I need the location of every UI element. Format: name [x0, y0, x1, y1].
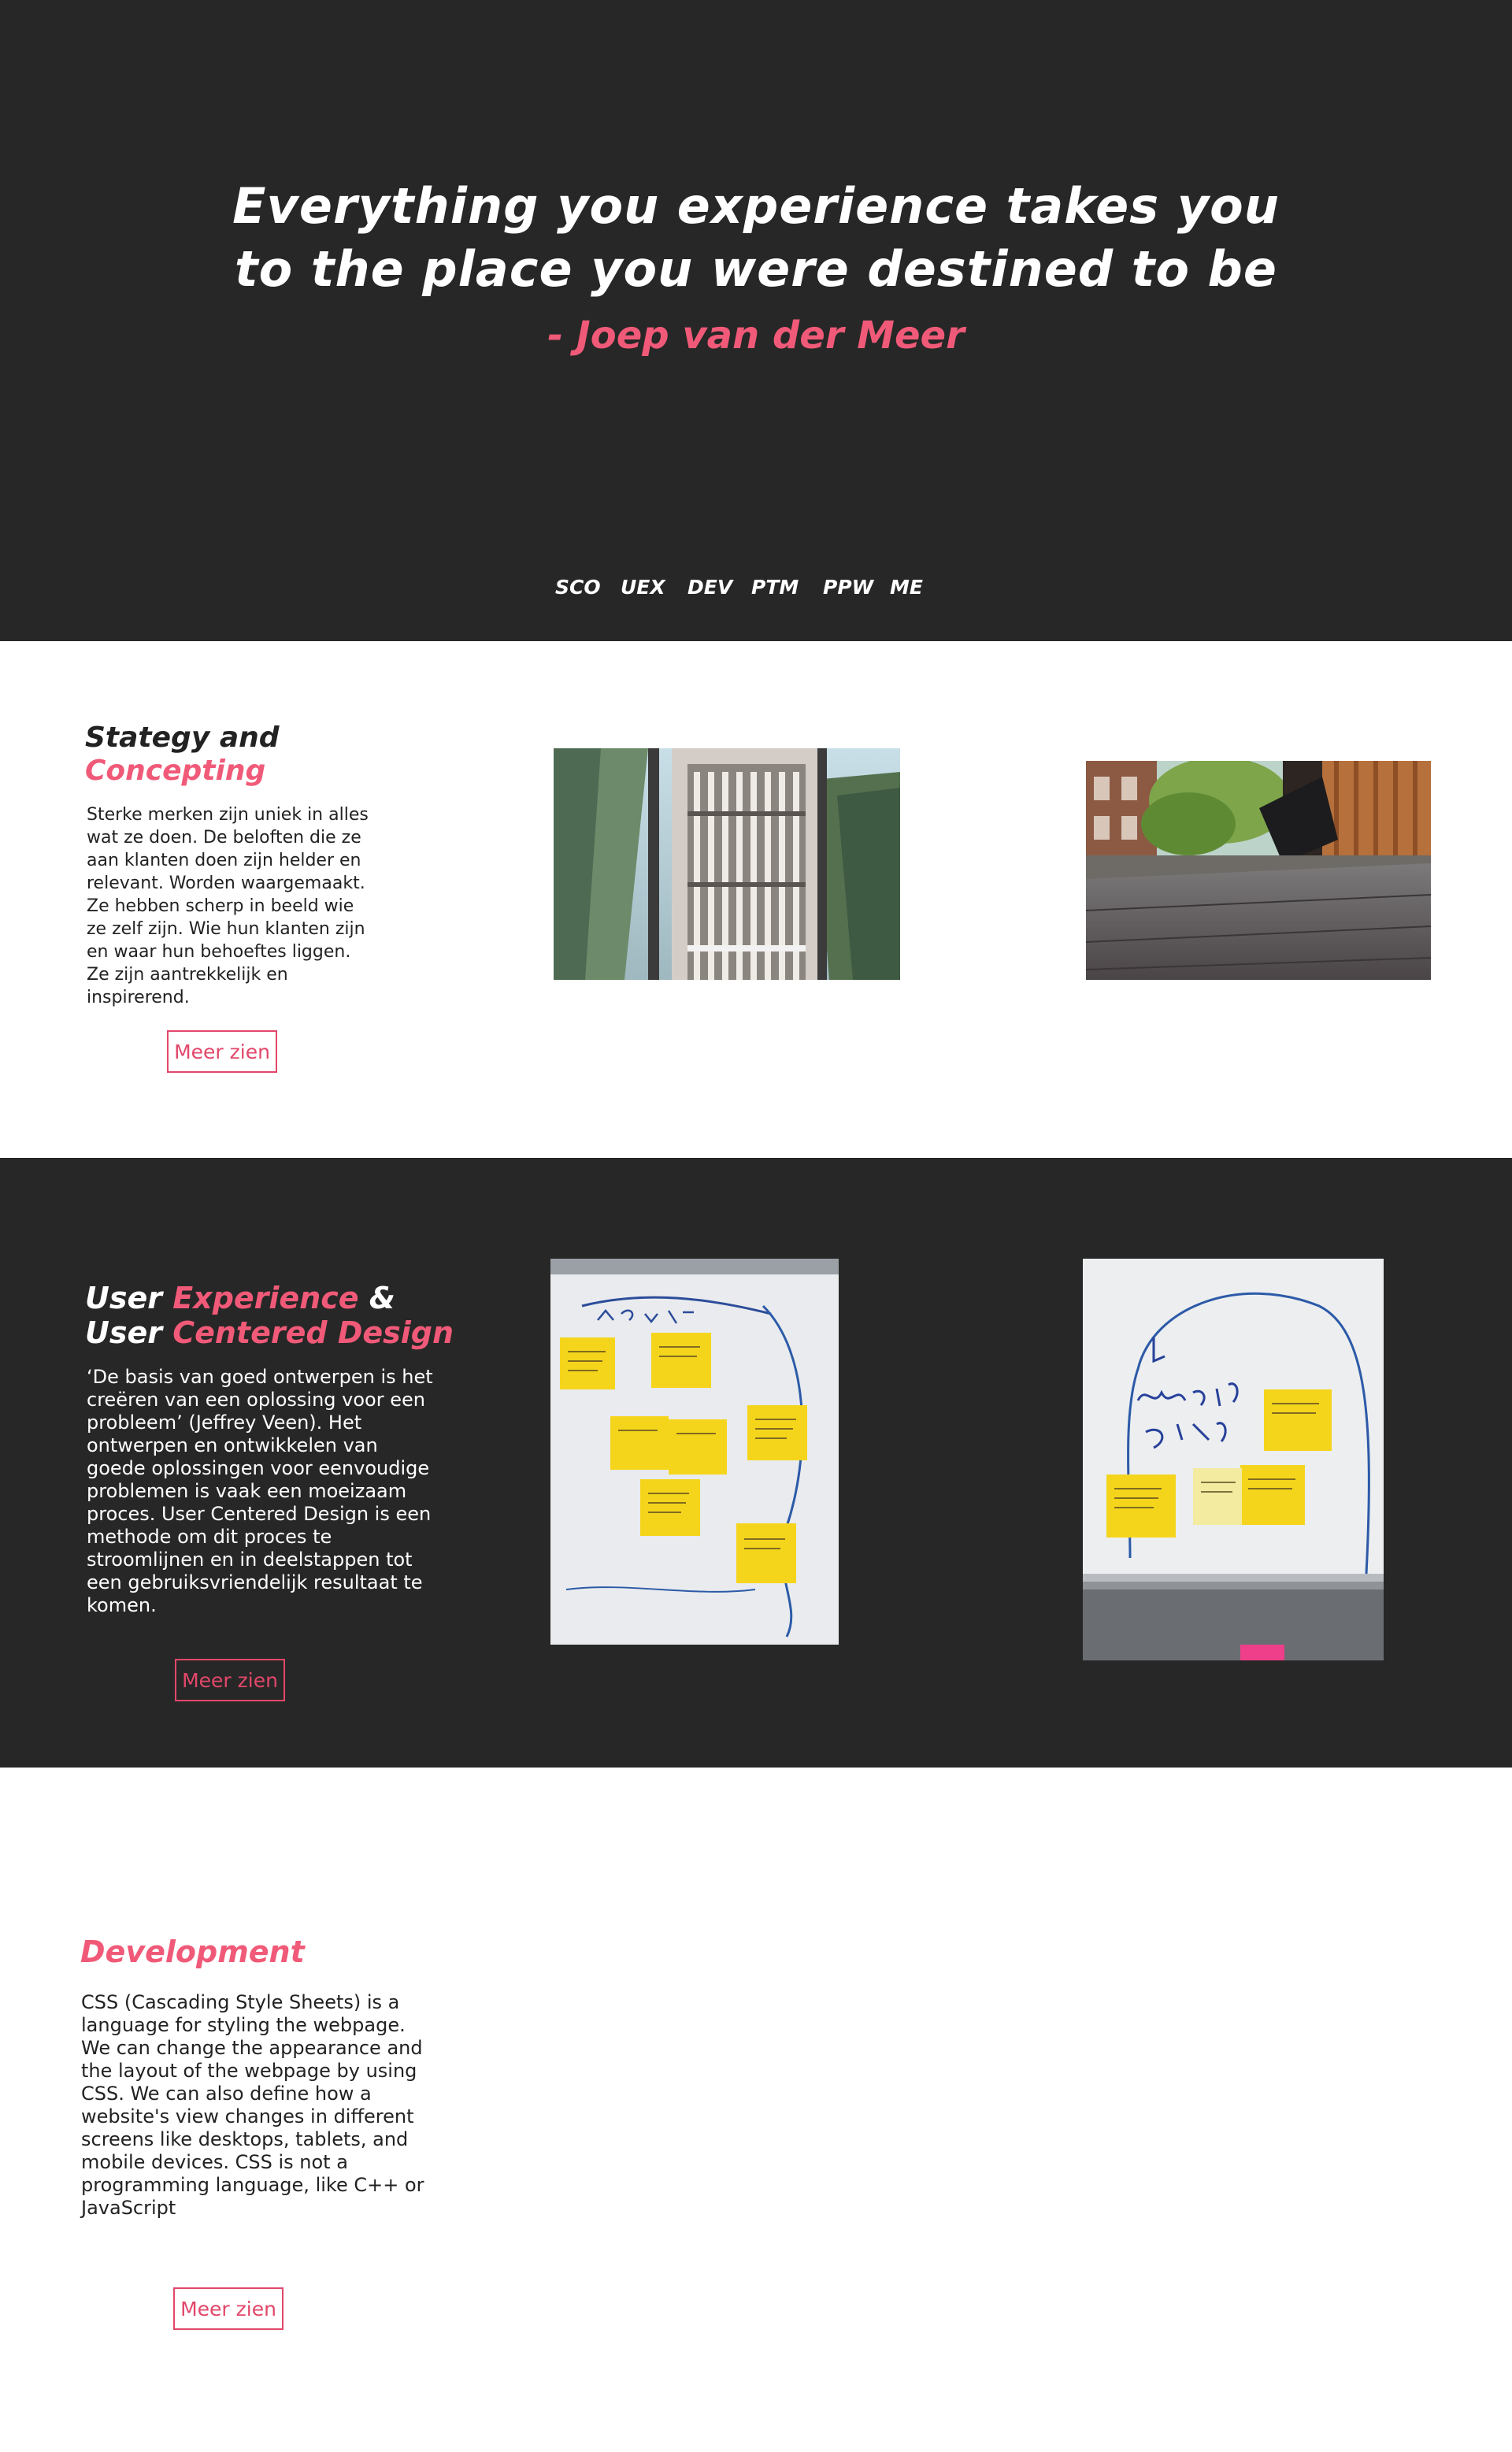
sco-photo-building	[554, 748, 900, 980]
uex-title: User Experience & User Centered Design	[85, 1281, 454, 1350]
uex-title-a-3: &	[358, 1281, 395, 1315]
uex-title-a-2: Experience	[172, 1281, 359, 1315]
uex-more-button[interactable]: Meer zien	[175, 1659, 285, 1701]
dev-description: CSS (Cascading Style Sheets) is a langua…	[81, 1991, 424, 2219]
nav-link-me[interactable]: ME	[890, 572, 923, 603]
nav-link-uex[interactable]: UEX	[621, 572, 665, 603]
nav-link-dev[interactable]: DEV	[687, 572, 732, 603]
hero-quote-line-2: to the place you were destined to be	[235, 240, 1277, 298]
uex-description: ‘De basis van goed ontwerpen is het creë…	[87, 1366, 433, 1616]
hero-quote: Everything you experience takes you to t…	[0, 175, 1512, 301]
nav-link-ppw[interactable]: PPW	[823, 572, 873, 603]
nav-link-ptm[interactable]: PTM	[751, 572, 799, 603]
sco-section: Stategy and Concepting Sterke merken zij…	[0, 641, 1512, 1158]
uex-photo-whiteboard-2	[1083, 1259, 1384, 1660]
sco-title-part-2: Concepting	[85, 755, 266, 787]
uex-title-b-1: User	[85, 1315, 173, 1350]
nav-link-sco[interactable]: SCO	[555, 572, 601, 603]
sco-photo-street	[1086, 761, 1431, 980]
main-nav: SCO UEX DEV PTM PPW ME	[0, 572, 1512, 603]
sco-title-part-1: Stategy and	[85, 722, 280, 754]
uex-photo-whiteboard-1	[550, 1259, 839, 1645]
hero-section: Everything you experience takes you to t…	[0, 0, 1512, 641]
dev-more-button[interactable]: Meer zien	[173, 2287, 284, 2330]
uex-title-a-1: User	[85, 1281, 173, 1315]
hero-quote-author: - Joep van der Meer	[547, 313, 965, 358]
page: Everything you experience takes you to t…	[0, 0, 1512, 2452]
hero-quote-line-1: Everything you experience takes you	[232, 177, 1280, 235]
dev-section: Development CSS (Cascading Style Sheets)…	[0, 1768, 1512, 2452]
dev-title: Development	[80, 1935, 305, 1969]
uex-title-b-2: Centered Design	[172, 1315, 454, 1350]
sco-more-button[interactable]: Meer zien	[167, 1030, 277, 1073]
sco-description: Sterke merken zijn uniek in alles wat ze…	[87, 805, 369, 1007]
sco-title: Stategy and Concepting	[85, 722, 280, 788]
uex-section: User Experience & User Centered Design ‘…	[0, 1158, 1512, 1768]
